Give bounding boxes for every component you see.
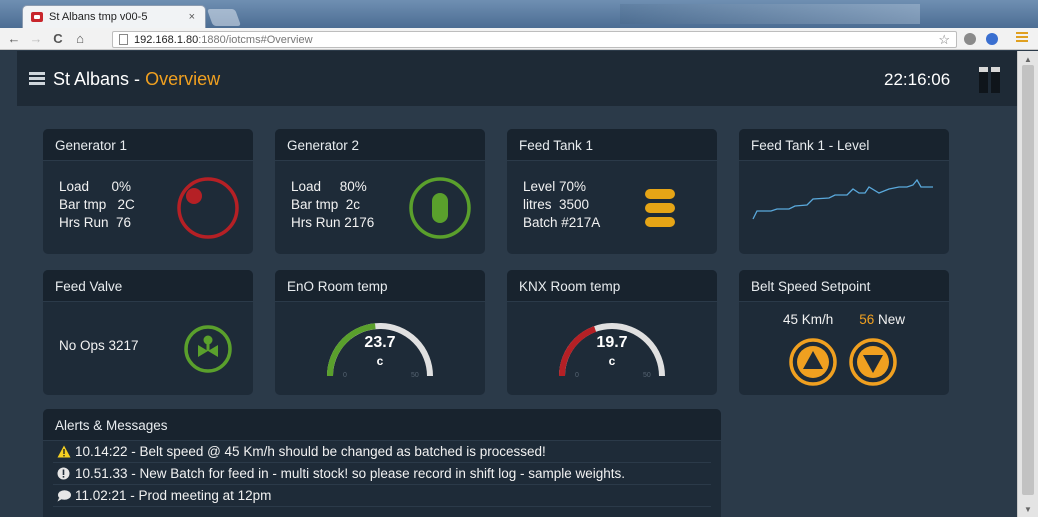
bookmark-star-icon[interactable]: ☆ [938, 32, 950, 48]
feed-tank-stats: Level 70% litres 3500 Batch #217A [523, 178, 600, 232]
comment-icon [57, 489, 75, 502]
stat-load: Load 0% [59, 179, 132, 194]
tab-close-button[interactable]: × [189, 11, 195, 23]
generator-2-widget: Generator 2 Load 80% Bar tmp 2c Hrs Run … [275, 129, 485, 254]
alerts-widget: Alerts & Messages 10.14:22 - Belt speed … [43, 409, 721, 517]
site-name: St Albans - [53, 69, 146, 89]
alert-text: 10.51.33 - New Batch for feed in - multi… [75, 466, 626, 481]
reload-button[interactable]: C [50, 32, 66, 45]
page-name: Overview [145, 69, 221, 89]
alert-text: 11.02:21 - Prod meeting at 12pm [75, 488, 272, 503]
eno-gauge-max: 50 [411, 372, 419, 379]
hamburger-menu-icon[interactable] [29, 72, 45, 87]
knx-gauge-max: 50 [643, 372, 651, 379]
stat-bar-tmp: Bar tmp 2C [59, 197, 135, 212]
eno-room-temp-widget: EnO Room temp 23.7 c 0 50 [275, 270, 485, 395]
knx-temp-value: 19.7 [596, 334, 628, 351]
clock: 22:16:06 [884, 70, 951, 89]
valve-icon [184, 325, 232, 373]
belt-speed-new-label: New [874, 312, 906, 327]
widget-title: Generator 1 [43, 129, 253, 161]
switch-on-icon [409, 177, 471, 239]
new-tab-button[interactable] [206, 9, 242, 26]
belt-speed-new-value: 56 [859, 312, 875, 327]
alerts-list: 10.14:22 - Belt speed @ 45 Km/h should b… [43, 441, 721, 507]
stat-load: Load 80% [291, 179, 367, 194]
eno-temp-value: 23.7 [364, 334, 396, 351]
widget-title: Generator 2 [275, 129, 485, 161]
knx-room-temp-widget: KNX Room temp 19.7 c 0 50 [507, 270, 717, 395]
belt-speed-new: 56 New [859, 312, 905, 327]
stat-level: Level 70% [523, 179, 587, 194]
browser-tab[interactable]: St Albans tmp v00-5 × [22, 5, 206, 28]
dashboard: St Albans - Overview 22:16:06 Generator … [17, 51, 1017, 517]
speed-up-button[interactable] [787, 336, 839, 388]
belt-speed-current: 45 Km/h [782, 312, 834, 327]
stat-hrs-run: Hrs Run 76 [59, 215, 132, 230]
home-button[interactable]: ⌂ [72, 32, 88, 45]
widget-title: EnO Room temp [275, 270, 485, 302]
url-path: :1880/iotcms#Overview [198, 33, 313, 46]
power-dial-icon [177, 177, 239, 239]
scroll-thumb[interactable] [1022, 65, 1034, 495]
widget-title: Feed Tank 1 [507, 129, 717, 161]
window-controls [620, 4, 920, 24]
alert-item[interactable]: 10.51.33 - New Batch for feed in - multi… [53, 463, 711, 485]
widget-title: KNX Room temp [507, 270, 717, 302]
alert-text: 10.14:22 - Belt speed @ 45 Km/h should b… [75, 444, 546, 459]
tab-title: St Albans tmp v00-5 [49, 11, 148, 23]
stat-batch: Batch #217A [523, 215, 601, 230]
level-sparkline [752, 179, 933, 220]
page-title: St Albans - Overview [53, 69, 220, 90]
browser-toolbar: ← → C ⌂ 192.168.1.80 :1880/iotcms#Overvi… [0, 28, 1038, 50]
eno-gauge-min: 0 [343, 372, 347, 379]
page-icon [119, 34, 128, 45]
browser-tab-strip: St Albans tmp v00-5 × [0, 0, 1038, 28]
forward-button[interactable]: → [28, 32, 44, 45]
alert-item[interactable]: 11.02:21 - Prod meeting at 12pm [53, 485, 711, 507]
belt-speed-widget: Belt Speed Setpoint 45 Km/h 56 New [739, 270, 949, 395]
tank-level-icon [645, 189, 675, 227]
widget-title: Feed Valve [43, 270, 253, 302]
info-icon [57, 467, 75, 480]
extension-blue-icon[interactable] [986, 33, 998, 45]
widget-title: Belt Speed Setpoint [739, 270, 949, 302]
knx-gauge-min: 0 [575, 372, 579, 379]
generator-2-stats: Load 80% Bar tmp 2c Hrs Run 2176 [291, 178, 374, 232]
favicon-icon [31, 12, 43, 22]
generator-1-stats: Load 0% Bar tmp 2C Hrs Run 76 [59, 178, 135, 232]
scroll-up-icon[interactable]: ▲ [1024, 55, 1032, 64]
stat-hrs-run: Hrs Run 2176 [291, 215, 375, 230]
scroll-down-icon[interactable]: ▼ [1024, 505, 1032, 514]
widget-title: Alerts & Messages [43, 409, 721, 441]
back-button[interactable]: ← [6, 32, 22, 45]
browser-menu-icon[interactable] [1016, 32, 1028, 44]
eno-temp-unit: c [376, 354, 384, 368]
feed-valve-widget: Feed Valve No Ops 3217 [43, 270, 253, 395]
url-host: 192.168.1.80 [134, 33, 199, 46]
warning-icon [57, 445, 75, 458]
generator-1-widget: Generator 1 Load 0% Bar tmp 2C Hrs Run 7… [43, 129, 253, 254]
address-bar[interactable]: 192.168.1.80 :1880/iotcms#Overview ☆ [112, 31, 957, 48]
extension-icon[interactable] [964, 33, 976, 45]
user-icon[interactable] [979, 67, 1001, 93]
stat-litres: litres 3500 [523, 197, 590, 212]
feed-tank-level-widget: Feed Tank 1 - Level [739, 129, 949, 254]
speed-down-button[interactable] [847, 336, 899, 388]
app-header: St Albans - Overview 22:16:06 [17, 51, 1017, 106]
feed-tank-1-widget: Feed Tank 1 Level 70% litres 3500 Batch … [507, 129, 717, 254]
knx-temp-unit: c [608, 354, 616, 368]
belt-speed-values: 45 Km/h 56 New [739, 312, 949, 327]
widget-title: Feed Tank 1 - Level [739, 129, 949, 161]
valve-ops-count: No Ops 3217 [59, 338, 139, 353]
page-scrollbar[interactable]: ▲ ▼ [1017, 51, 1038, 517]
stat-bar-tmp: Bar tmp 2c [291, 197, 361, 212]
alert-item[interactable]: 10.14:22 - Belt speed @ 45 Km/h should b… [53, 441, 711, 463]
